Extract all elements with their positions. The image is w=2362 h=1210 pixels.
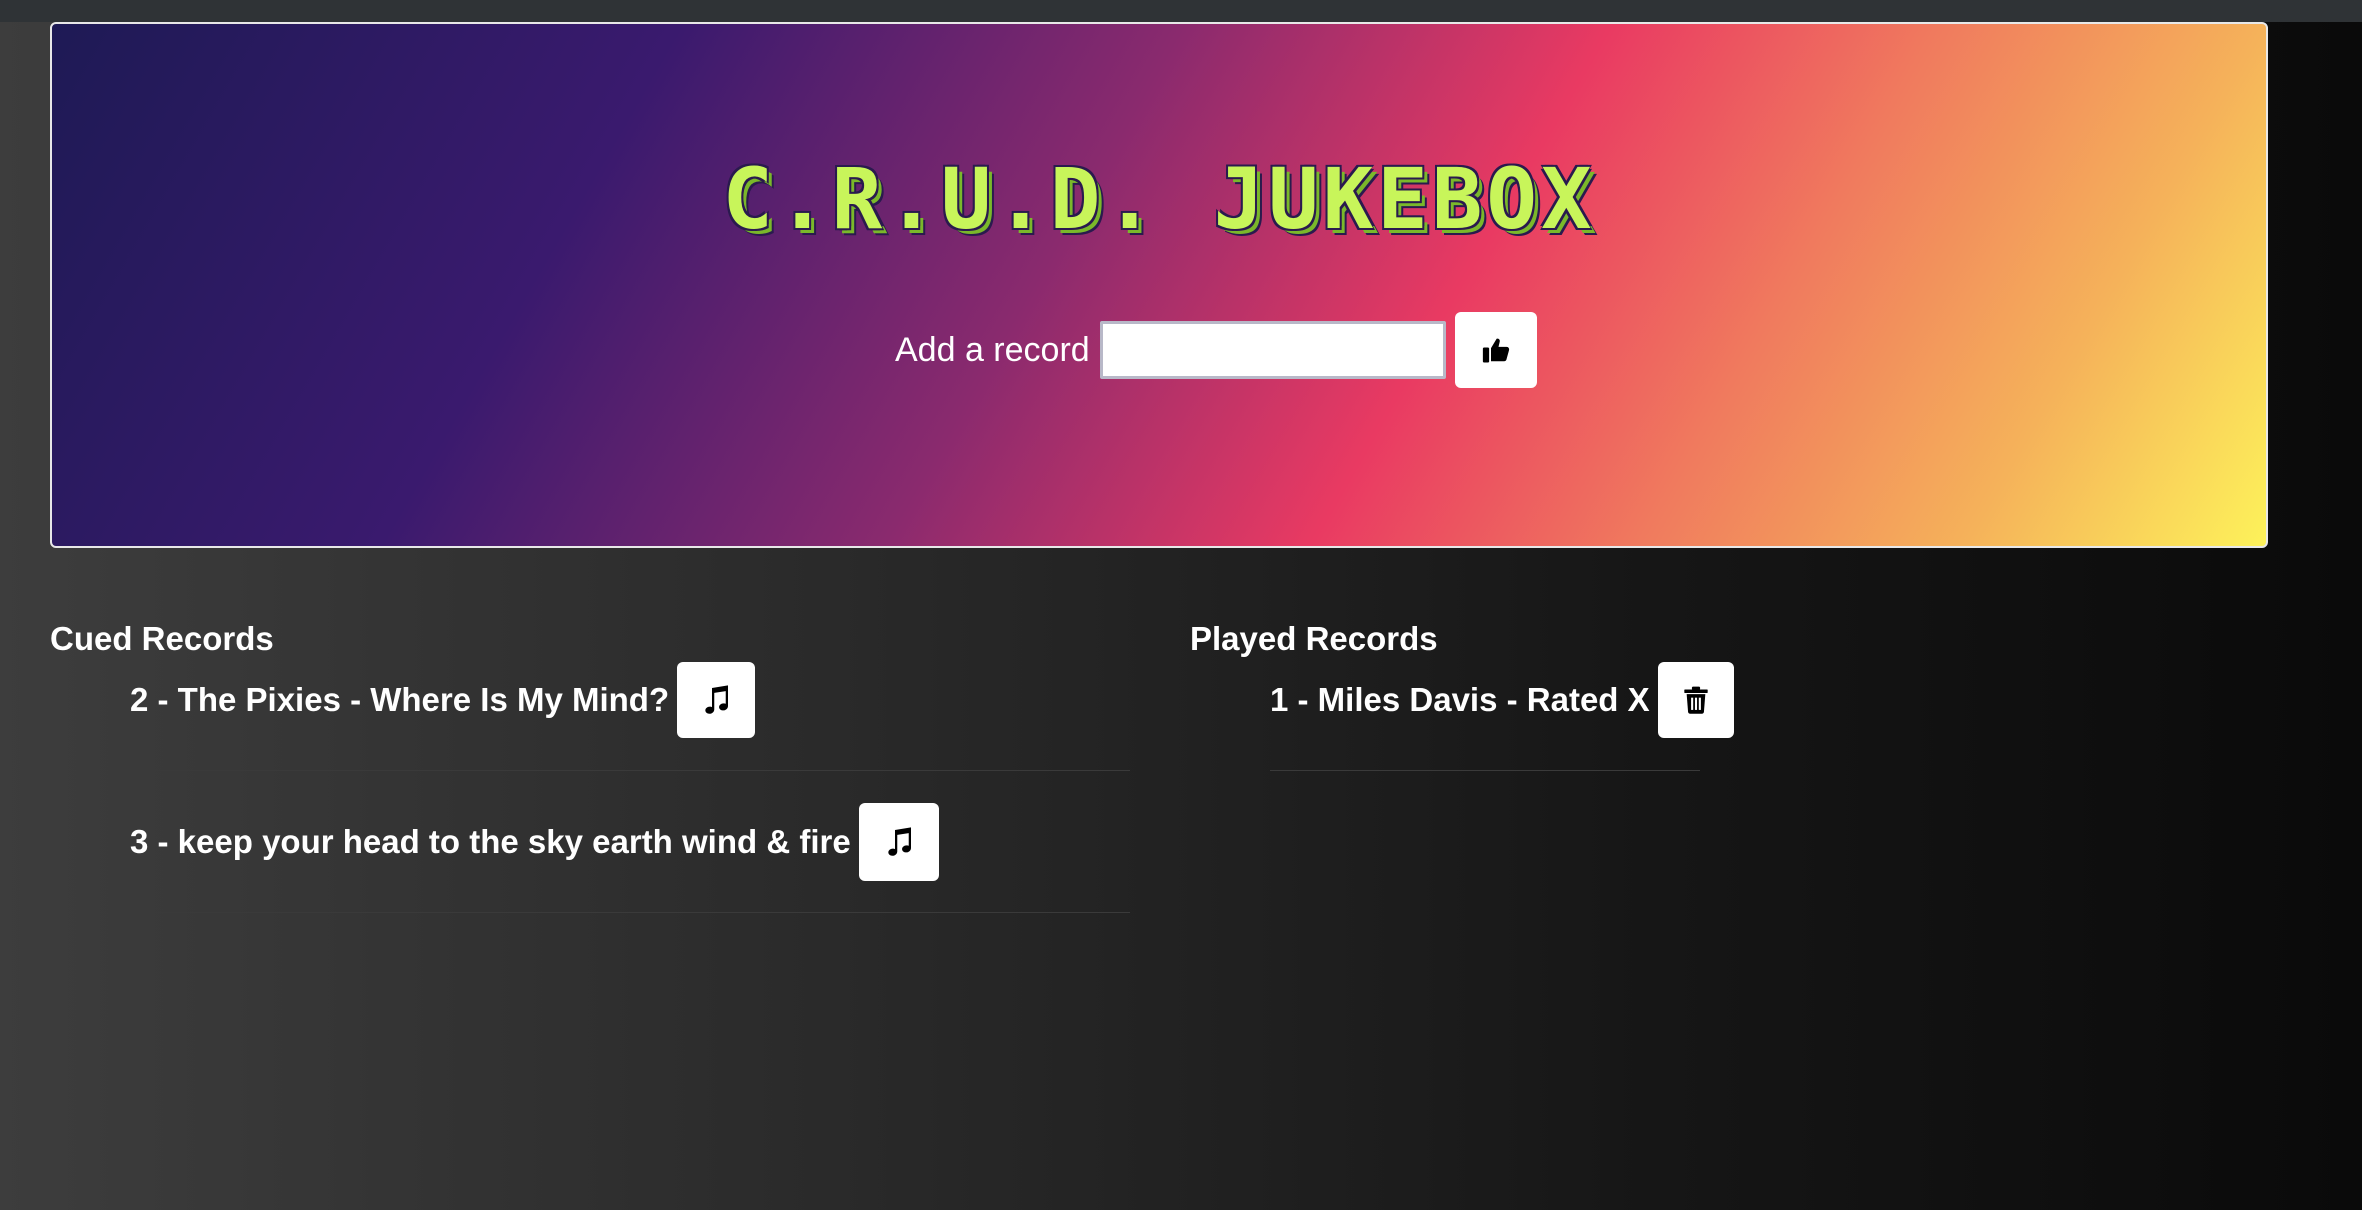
add-record-label: Add a record <box>895 330 1090 369</box>
row-divider <box>1270 770 1700 771</box>
cued-records-heading: Cued Records <box>50 620 274 657</box>
delete-record-button[interactable] <box>1657 662 1734 738</box>
row-divider <box>130 770 1130 771</box>
header-banner: C.R.U.D. JUKEBOX Add a record <box>50 22 2268 548</box>
add-record-input[interactable] <box>1099 321 1446 379</box>
row-divider <box>130 912 1130 913</box>
thumbs-up-icon <box>1482 338 1509 363</box>
played-record-label: 1 - Miles Davis - Rated X <box>1270 681 1650 718</box>
list-item: 1 - Miles Davis - Rated X <box>1270 662 1734 738</box>
browser-top-bar <box>0 0 2362 22</box>
list-item: 2 - The Pixies - Where Is My Mind? <box>130 662 756 738</box>
played-records-heading: Played Records <box>1190 620 1438 657</box>
cued-record-label: 2 - The Pixies - Where Is My Mind? <box>130 681 670 718</box>
page-title: C.R.U.D. JUKEBOX <box>722 150 1596 248</box>
add-record-button[interactable] <box>1454 312 1537 388</box>
cued-record-label: 3 - keep your head to the sky earth wind… <box>130 823 851 860</box>
music-note-icon <box>705 685 729 714</box>
list-item: 3 - keep your head to the sky earth wind… <box>130 803 939 881</box>
trash-icon <box>1683 686 1708 714</box>
play-record-button[interactable] <box>858 803 939 881</box>
play-record-button[interactable] <box>677 662 756 738</box>
add-record-form: Add a record <box>895 312 1537 388</box>
music-note-icon <box>888 827 911 856</box>
